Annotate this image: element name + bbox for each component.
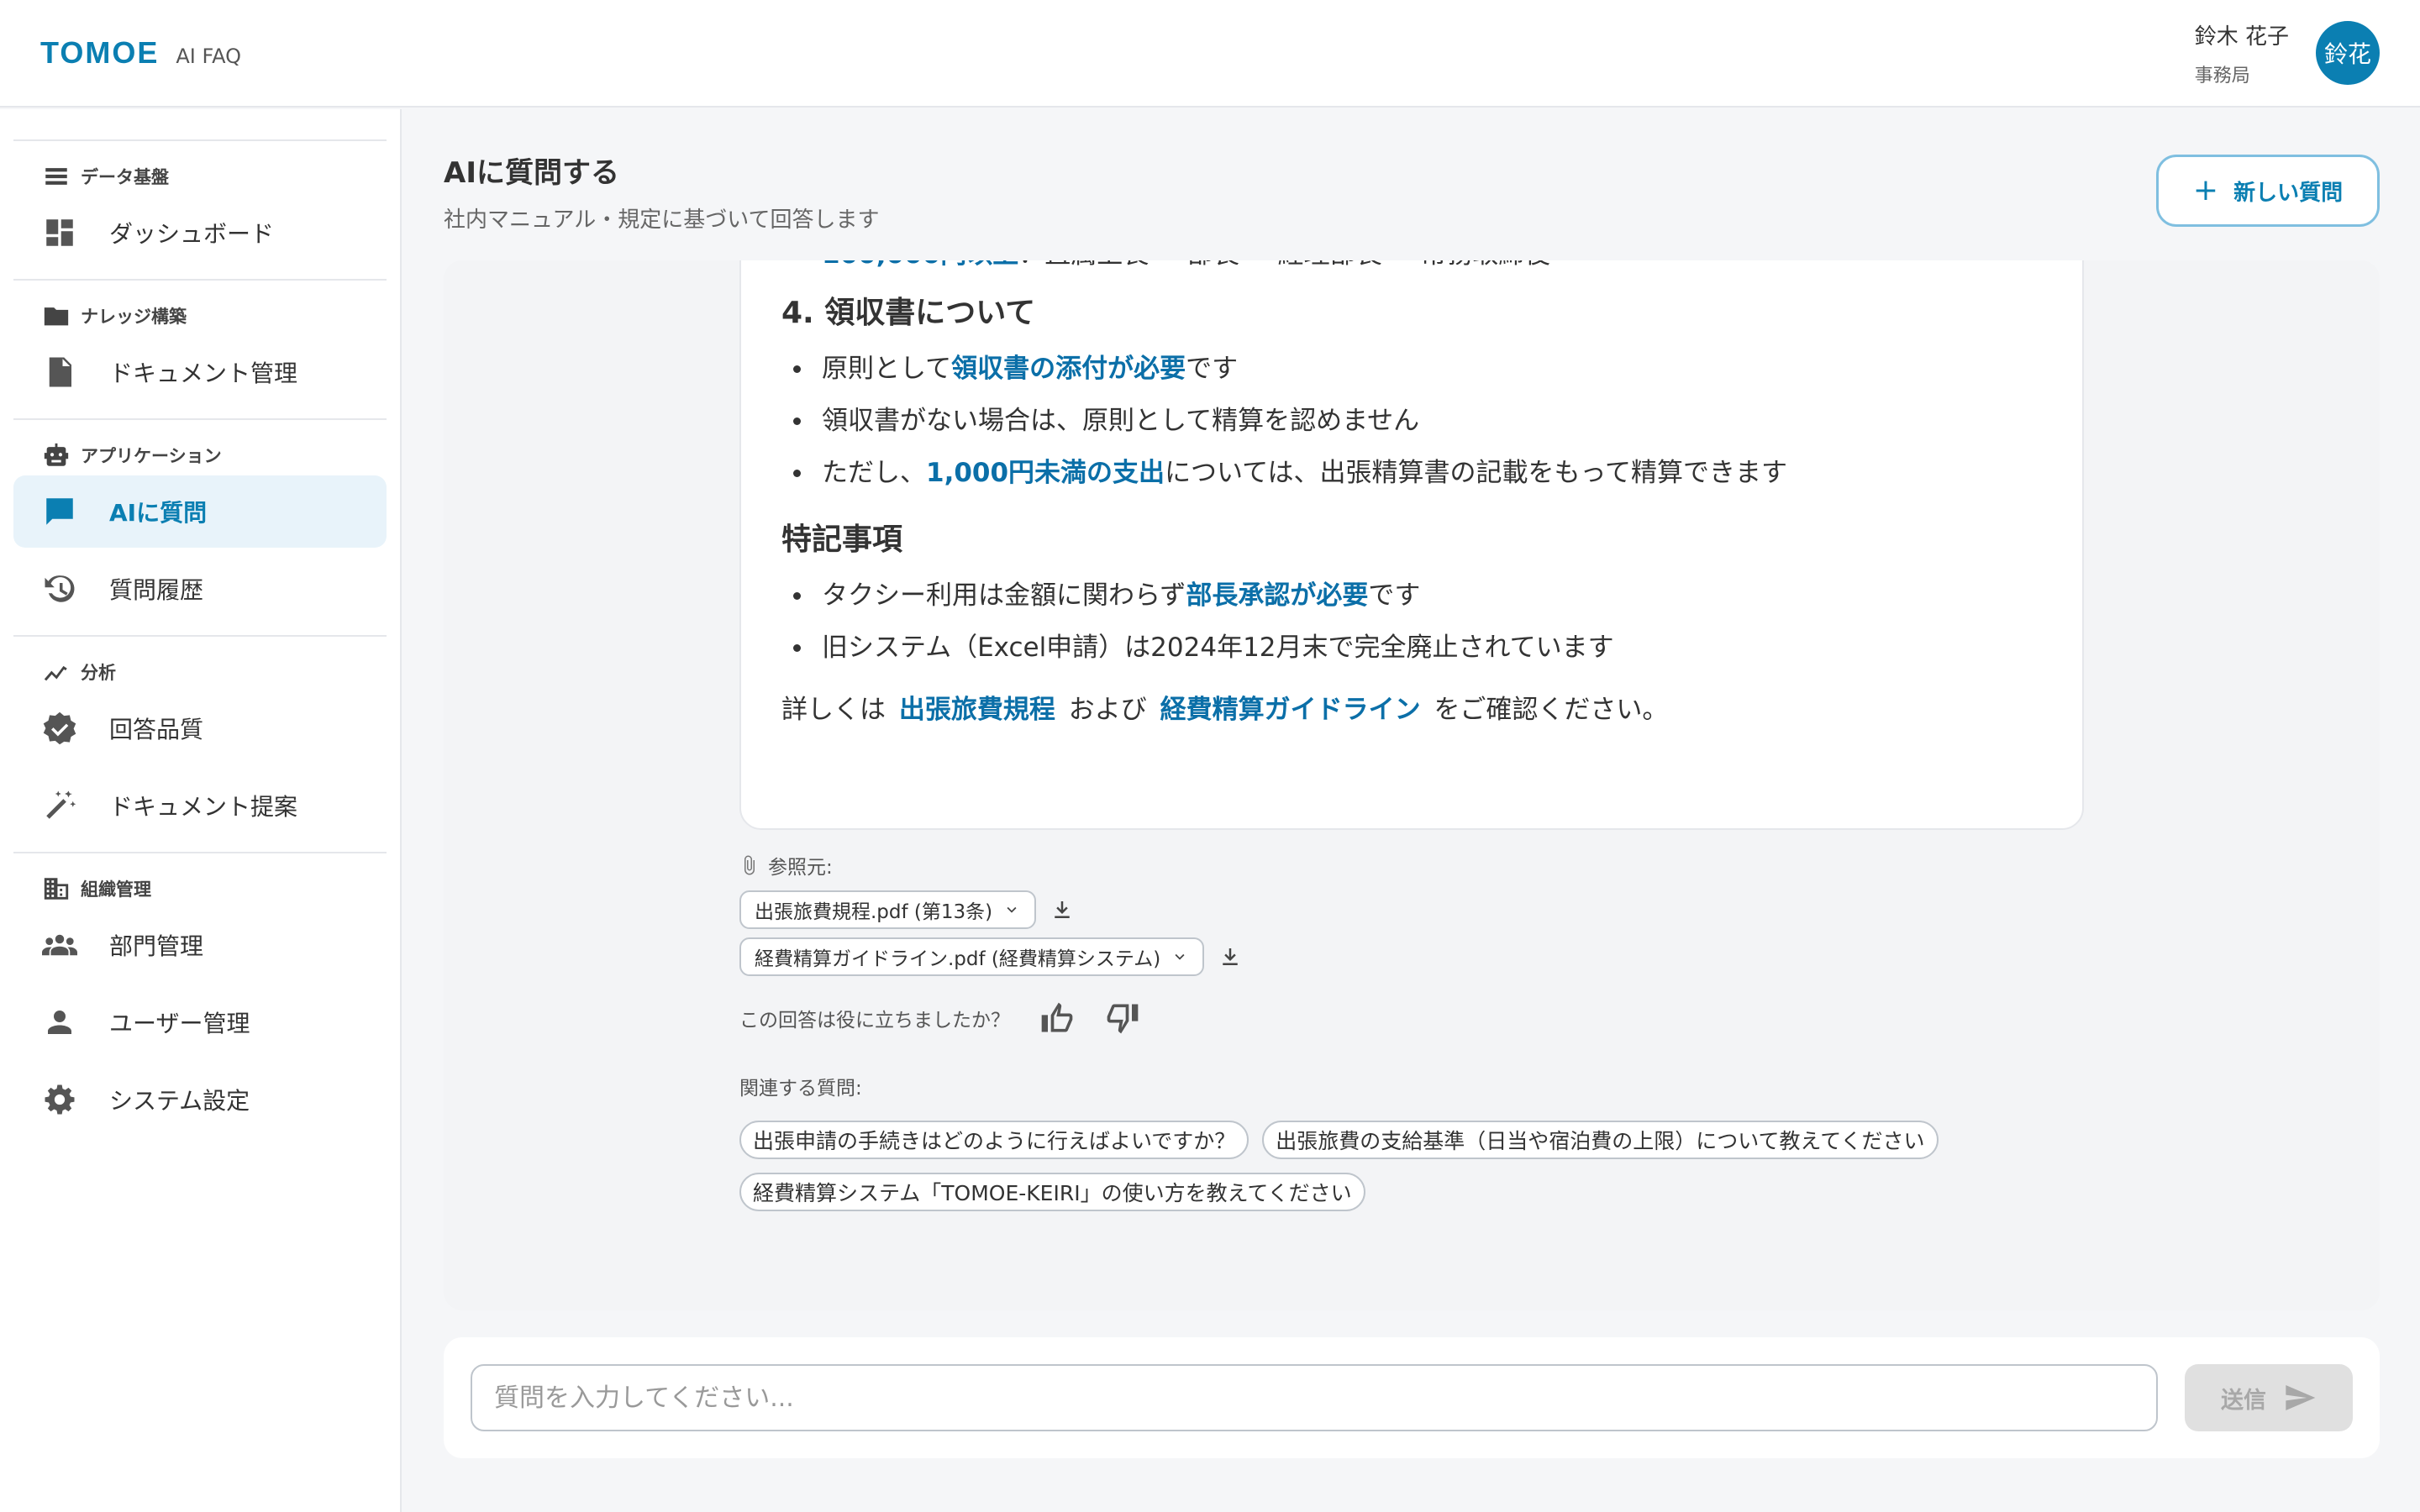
question-input[interactable] — [471, 1364, 2158, 1431]
sidebar-section-knowledge: ナレッジ構築 ドキュメント管理 — [13, 279, 387, 418]
sidebar-item-departments[interactable]: 部門管理 — [13, 909, 387, 981]
sidebar-item-label: ドキュメント提案 — [109, 793, 298, 821]
robot-icon — [44, 443, 69, 466]
section-heading: 分析 — [13, 657, 387, 687]
answer-heading: 特記事項 — [781, 522, 903, 557]
section-heading: データ基盤 — [13, 161, 387, 192]
storage-icon — [45, 168, 67, 185]
sidebar-item-label: 部門管理 — [109, 932, 204, 960]
answer-bullet: 原則として領収書の添付が必要です — [781, 343, 2042, 395]
groups-icon — [42, 934, 77, 956]
reference-chip[interactable]: 出張旅費規程.pdf (第13条) — [739, 890, 1037, 929]
settings-icon — [45, 1084, 75, 1115]
download-icon[interactable] — [1218, 944, 1243, 969]
avatar[interactable]: 鈴花 — [2316, 21, 2380, 85]
sidebar-item-label: システム設定 — [109, 1087, 250, 1115]
related-question-chip[interactable]: 出張申請の手続きはどのように行えばよいですか？ — [739, 1121, 1249, 1159]
sidebar-item-answer-quality[interactable]: 回答品質 — [13, 692, 387, 764]
analytics-icon — [44, 665, 67, 681]
send-icon — [2286, 1385, 2316, 1410]
new-question-button[interactable]: + 新しい質問 — [2156, 155, 2380, 227]
related-label: 関連する質問: — [739, 1078, 862, 1100]
sidebar-item-label: ユーザー管理 — [109, 1010, 250, 1037]
thumbs-down-icon — [1107, 1004, 1139, 1034]
send-button[interactable]: 送信 — [2185, 1364, 2353, 1431]
chat-icon — [46, 498, 73, 525]
sidebar-item-label: AIに質問 — [109, 499, 208, 527]
sidebar-section-organization: 組織管理 部門管理 ユーザー管理 システム設定 — [13, 852, 387, 1146]
sidebar-section-data: データ基盤 ダッシュボード — [13, 139, 387, 279]
link-expense-guideline[interactable]: 経費精算ガイドライン — [1160, 695, 1421, 725]
answer-bullet: 領収書がない場合は、原則として精算を認めません — [781, 395, 2042, 447]
user-department: 事務局 — [2194, 65, 2250, 87]
user-menu[interactable]: 鈴木 花子 事務局 鈴花 — [2195, 19, 2380, 87]
thumbs-up-button[interactable] — [1039, 1000, 1076, 1037]
section-heading: ナレッジ構築 — [13, 301, 387, 331]
sidebar-item-document-suggest[interactable]: ドキュメント提案 — [13, 769, 387, 842]
sidebar-item-label: 回答品質 — [109, 716, 204, 743]
sidebar-item-label: 質問履歴 — [109, 576, 204, 604]
person-icon — [48, 1011, 71, 1034]
user-name: 鈴木 花子 — [2194, 24, 2289, 50]
chat-panel[interactable]: 100,000円以上：直属上長 → 部長 → 経理部長 → 常務取締役 4. 領… — [444, 260, 2380, 1310]
thumbs-down-button[interactable] — [1104, 1000, 1141, 1037]
answer-closing: 詳しくは 出張旅費規程 および 経費精算ガイドライン をご確認ください。 — [781, 695, 1669, 725]
link-travel-rules[interactable]: 出張旅費規程 — [899, 695, 1055, 725]
sidebar-item-settings[interactable]: システム設定 — [13, 1063, 387, 1136]
question-input-panel: 送信 — [444, 1337, 2380, 1458]
answer-bullet: 100,000円以上：直属上長 → 部長 → 経理部長 → 常務取締役 — [781, 260, 2042, 272]
page-subtitle: 社内マニュアル・規定に基づいて回答します — [444, 207, 880, 233]
feedback-question: この回答は役に立ちましたか？ — [739, 1010, 1010, 1032]
reference-chip[interactable]: 経費精算ガイドライン.pdf (経費精算システム) — [739, 937, 1205, 976]
sidebar-item-ask-ai[interactable]: AIに質問 — [13, 475, 387, 548]
download-icon[interactable] — [1050, 897, 1075, 922]
sidebar-item-history[interactable]: 質問履歴 — [13, 553, 387, 625]
sidebar-item-label: ダッシュボード — [109, 220, 275, 248]
folder-icon — [44, 307, 69, 326]
main-header: AIに質問する 社内マニュアル・規定に基づいて回答します — [444, 150, 879, 234]
top-bar: TOMOE AI FAQ 鈴木 花子 事務局 鈴花 — [0, 0, 2420, 108]
brand[interactable]: TOMOE AI FAQ — [40, 35, 241, 71]
verified-icon — [43, 711, 76, 745]
answer-bullet: タクシー利用は金額に関わらず部長承認が必要です — [781, 570, 2042, 622]
sidebar-item-documents[interactable]: ドキュメント管理 — [13, 336, 387, 408]
related-question-chip[interactable]: 経費精算システム「TOMOE-KEIRI」の使い方を教えてください — [739, 1173, 1365, 1211]
sidebar-item-users[interactable]: ユーザー管理 — [13, 986, 387, 1058]
building-icon — [44, 878, 69, 900]
document-icon — [49, 357, 71, 387]
brand-logo: TOMOE — [40, 35, 160, 70]
related-question-chip[interactable]: 出張旅費の支給基準（日当や宿泊費の上限）について教えてください — [1262, 1121, 1939, 1159]
section-heading: 組織管理 — [13, 874, 387, 904]
paperclip-icon — [744, 855, 755, 875]
references: 参照元: 出張旅費規程.pdf (第13条) 経費精算ガイドライン.pdf (経… — [739, 848, 1243, 976]
sidebar-section-apps: アプリケーション AIに質問 質問履歴 — [13, 418, 387, 635]
answer-bullet: 旧システム（Excel申請）は2024年12月末で完全廃止されています — [781, 622, 2042, 674]
ai-answer-bubble: 100,000円以上：直属上長 → 部長 → 経理部長 → 常務取締役 4. 領… — [739, 260, 2084, 830]
product-name: AI FAQ — [176, 45, 241, 68]
dashboard-icon — [46, 219, 73, 246]
answer-bullet: ただし、1,000円未満の支出については、出張精算書の記載をもって精算できます — [781, 447, 2042, 499]
history-icon — [45, 575, 75, 602]
sidebar-item-label: ドキュメント管理 — [109, 360, 298, 387]
chevron-down-icon — [1007, 906, 1017, 913]
references-label: 参照元: — [739, 848, 1243, 882]
sidebar-item-dashboard[interactable]: ダッシュボード — [13, 197, 387, 269]
page-title: AIに質問する — [444, 156, 619, 190]
thumbs-up-icon — [1041, 1002, 1073, 1032]
related-questions: 関連する質問: 出張申請の手続きはどのように行えばよいですか？ 出張旅費の支給基… — [739, 1072, 1939, 1211]
sidebar-section-analytics: 分析 回答品質 ドキュメント提案 — [13, 635, 387, 852]
section-heading: アプリケーション — [13, 440, 387, 470]
sidebar: データ基盤 ダッシュボード ナレッジ構築 ドキュメント管理 アプリケーション A… — [0, 109, 402, 1512]
chevron-down-icon — [1175, 953, 1185, 960]
magic-wand-icon — [46, 790, 76, 819]
plus-icon: + — [2192, 173, 2219, 207]
feedback-row: この回答は役に立ちましたか？ — [739, 1000, 1141, 1037]
answer-heading: 4. 領収書について — [781, 296, 1036, 330]
